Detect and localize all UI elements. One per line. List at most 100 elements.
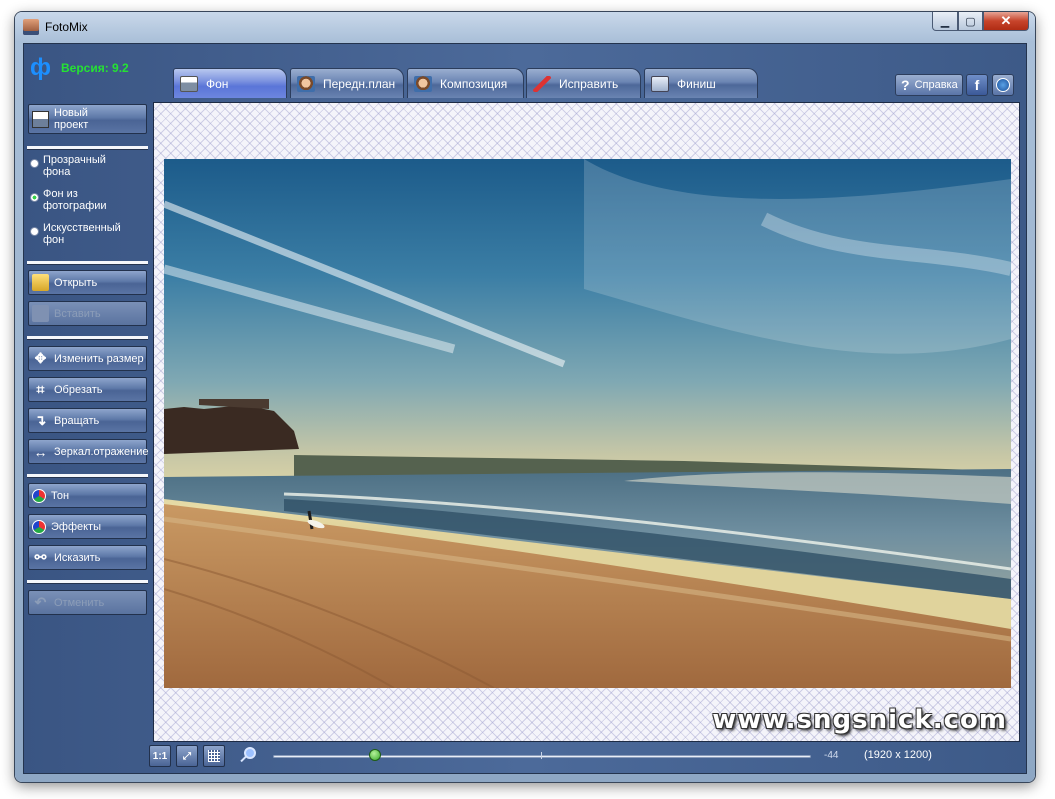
close-button[interactable]: ✕ xyxy=(983,12,1029,31)
foreground-icon xyxy=(297,75,315,92)
maximize-button[interactable]: ▢ xyxy=(958,12,983,31)
resize-button[interactable]: ✥ Изменить размер xyxy=(28,346,147,371)
tone-button[interactable]: Тон xyxy=(28,483,147,508)
beach-scene-image xyxy=(164,159,1011,688)
question-icon: ? xyxy=(901,77,910,93)
globe-icon xyxy=(996,78,1010,92)
fotomix-logo-icon: ф xyxy=(30,54,51,81)
version-info: ф Версия: 9.2 xyxy=(30,54,129,81)
divider xyxy=(27,336,148,340)
radio-button[interactable] xyxy=(30,159,39,168)
divider xyxy=(27,580,148,584)
title-bar[interactable]: FotoMix ▁ ▢ ✕ xyxy=(15,12,1035,42)
grid-icon xyxy=(208,750,220,762)
distort-button[interactable]: ⚯ Исказить xyxy=(28,545,147,570)
undo-button[interactable]: ↶ Отменить xyxy=(28,590,147,615)
crop-icon: ⌗ xyxy=(36,381,45,397)
tab-label: Композиция xyxy=(440,76,508,91)
radio-transparent-background[interactable]: Прозрачный фона xyxy=(30,154,113,178)
paste-icon xyxy=(32,305,49,322)
undo-label: Отменить xyxy=(54,596,105,609)
radio-photo-background[interactable]: Фон из фотографии xyxy=(30,188,113,212)
paste-label: Вставить xyxy=(54,307,101,320)
mirror-button[interactable]: ↔ Зеркал.отражение xyxy=(28,439,149,464)
tab-fix[interactable]: Исправить xyxy=(526,68,641,98)
window-title: FotoMix xyxy=(45,20,88,34)
tab-background[interactable]: Фон xyxy=(173,68,287,98)
close-icon: ✕ xyxy=(1000,13,1012,28)
resize-label: Изменить размер xyxy=(54,352,144,365)
tool-sidebar: Новый проект Прозрачный фона Фон из фото… xyxy=(27,104,150,759)
radio-artificial-background[interactable]: Искусственный фон xyxy=(30,222,133,246)
radio-button-selected[interactable] xyxy=(30,193,39,202)
tab-composition[interactable]: Композиция xyxy=(407,68,524,98)
fotomix-app-icon xyxy=(23,19,39,35)
website-button[interactable] xyxy=(992,74,1014,96)
crop-label: Обрезать xyxy=(54,383,103,396)
mirror-icon: ↔ xyxy=(33,443,48,460)
resize-icon: ✥ xyxy=(34,350,47,366)
tone-label: Тон xyxy=(51,489,70,502)
zoom-slider-center-tick xyxy=(541,752,542,759)
distort-label: Исказить xyxy=(54,551,101,564)
zoom-value: -44 xyxy=(824,750,839,761)
tab-label: Исправить xyxy=(559,76,619,91)
tab-label: Финиш xyxy=(677,76,716,91)
new-project-label: Новый проект xyxy=(54,107,89,131)
rotate-button[interactable]: ↴ Вращать xyxy=(28,408,147,433)
distort-icon: ⚯ xyxy=(34,549,47,565)
zoom-slider-thumb[interactable] xyxy=(369,749,382,761)
tab-label: Передн.план xyxy=(323,76,396,91)
crop-button[interactable]: ⌗ Обрезать xyxy=(28,377,147,402)
mirror-label: Зеркал.отражение xyxy=(54,445,149,458)
radio-button[interactable] xyxy=(30,227,39,236)
fit-icon: ⤢ xyxy=(183,750,191,762)
bottom-toolbar: 1:1 ⤢ -44 (1920 x 1200) xyxy=(149,744,1019,772)
help-button[interactable]: ? Справка xyxy=(895,74,963,96)
zoom-slider-track[interactable] xyxy=(273,755,811,758)
facebook-icon: f xyxy=(974,77,980,93)
new-project-button[interactable]: Новый проект xyxy=(28,104,147,134)
effects-label: Эффекты xyxy=(51,520,102,533)
client-area: ф Версия: 9.2 Фон Передн.план Композиция… xyxy=(23,43,1027,774)
grid-button[interactable] xyxy=(203,745,225,767)
minimize-icon: ▁ xyxy=(940,15,950,28)
minimize-button[interactable]: ▁ xyxy=(932,12,958,31)
radio-label: Прозрачный фона xyxy=(43,154,106,178)
actual-size-button[interactable]: 1:1 xyxy=(149,745,171,767)
composition-icon xyxy=(414,75,432,92)
tab-finish[interactable]: Финиш xyxy=(644,68,758,98)
divider xyxy=(27,261,148,265)
help-label: Справка xyxy=(914,79,958,91)
divider xyxy=(27,474,148,478)
maximize-icon: ▢ xyxy=(965,15,976,28)
window-controls: ▁ ▢ ✕ xyxy=(932,12,1029,31)
tab-label: Фон xyxy=(206,76,229,91)
finish-icon xyxy=(651,75,669,92)
facebook-button[interactable]: f xyxy=(966,74,988,96)
rotate-icon: ↴ xyxy=(34,412,47,428)
image-dimensions: (1920 x 1200) xyxy=(864,749,932,761)
image-canvas[interactable]: www.sngsnick.com xyxy=(153,102,1020,742)
folder-open-icon xyxy=(32,274,49,291)
version-label: Версия: 9.2 xyxy=(61,61,129,75)
open-label: Открыть xyxy=(54,276,98,289)
background-icon xyxy=(180,75,198,92)
rotate-label: Вращать xyxy=(54,414,100,427)
new-project-icon xyxy=(32,110,49,128)
app-window: FotoMix ▁ ▢ ✕ ф Версия: 9.2 Фон Передн.п… xyxy=(15,12,1035,782)
background-photo xyxy=(164,159,1011,688)
radio-label: Искусственный фон xyxy=(43,222,121,246)
open-button[interactable]: Открыть xyxy=(28,270,147,295)
fit-to-window-button[interactable]: ⤢ xyxy=(176,745,198,767)
effects-icon xyxy=(32,519,46,534)
radio-label: Фон из фотографии xyxy=(43,188,107,212)
zoom-magnifier-icon xyxy=(244,747,256,759)
paste-button[interactable]: Вставить xyxy=(28,301,147,326)
actual-size-icon: 1:1 xyxy=(152,750,168,762)
effects-button[interactable]: Эффекты xyxy=(28,514,147,539)
watermark-text: www.sngsnick.com xyxy=(712,705,1007,735)
tab-foreground[interactable]: Передн.план xyxy=(290,68,404,98)
divider xyxy=(27,146,148,150)
color-wheel-icon xyxy=(32,488,46,503)
